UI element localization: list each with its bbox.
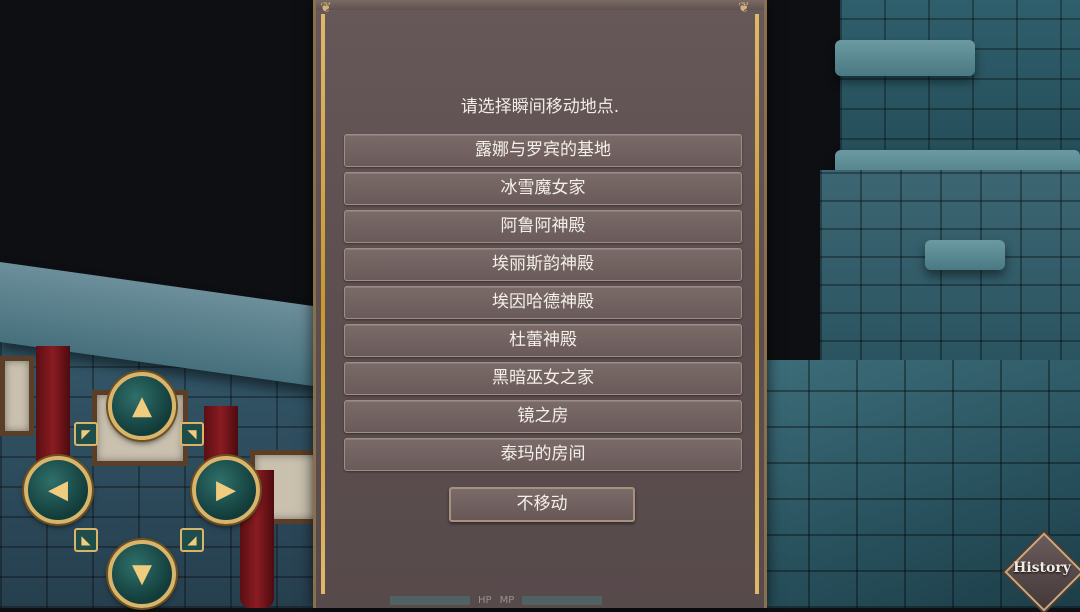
dpad-downright-button[interactable]: ◢ — [180, 528, 204, 552]
wall-painting — [0, 356, 34, 436]
teleport-dialog: ❦ ❦ 请选择瞬间移动地点. 露娜与罗宾的基地 冰雪魔女家 阿鲁阿神殿 埃丽斯韵… — [313, 0, 767, 608]
dpad-right-button[interactable]: ▶ — [192, 456, 260, 524]
stone-wall-middle — [820, 170, 1080, 370]
wall-ledge — [835, 40, 975, 76]
dpad-down-button[interactable]: ▼ — [108, 540, 176, 608]
dpad-downleft-button[interactable]: ◣ — [74, 528, 98, 552]
destination-option[interactable]: 埃丽斯韵神殿 — [344, 248, 742, 281]
dpad-up-button[interactable]: ▲ — [108, 372, 176, 440]
dialog-top-border — [316, 0, 764, 10]
destination-option[interactable]: 露娜与罗宾的基地 — [344, 134, 742, 167]
dpad-downright-icon: ◢ — [187, 533, 197, 547]
destination-option[interactable]: 杜蕾神殿 — [344, 324, 742, 357]
hp-label: HP — [478, 594, 492, 606]
dpad-downleft-icon: ◣ — [81, 533, 91, 547]
stone-wall-upper — [840, 0, 1080, 170]
destination-option[interactable]: 埃因哈德神殿 — [344, 286, 742, 319]
destination-option[interactable]: 冰雪魔女家 — [344, 172, 742, 205]
pillar-cap — [925, 240, 1005, 270]
destination-list: 露娜与罗宾的基地 冰雪魔女家 阿鲁阿神殿 埃丽斯韵神殿 埃因哈德神殿 杜蕾神殿 … — [344, 134, 742, 476]
status-strip: HP MP — [390, 592, 680, 608]
dpad-left-icon: ◀ — [48, 475, 68, 505]
dpad-down-icon: ▼ — [132, 559, 152, 589]
destination-option[interactable]: 黑暗巫女之家 — [344, 362, 742, 395]
destination-option[interactable]: 阿鲁阿神殿 — [344, 210, 742, 243]
dpad-upleft-icon: ◤ — [81, 427, 91, 441]
corner-ornament-icon: ❦ — [320, 0, 332, 16]
cancel-move-button[interactable]: 不移动 — [449, 487, 635, 522]
history-label: History — [1013, 560, 1071, 576]
corner-ornament-icon: ❦ — [738, 0, 750, 16]
history-button[interactable]: History — [1004, 532, 1080, 612]
mp-bar — [522, 595, 603, 605]
hp-bar — [390, 595, 470, 605]
dpad-upright-icon: ◥ — [187, 427, 197, 441]
dpad-right-icon: ▶ — [216, 475, 236, 505]
mp-label: MP — [499, 594, 515, 606]
destination-option[interactable]: 镜之房 — [344, 400, 742, 433]
dpad-left-button[interactable]: ◀ — [24, 456, 92, 524]
dpad-up-icon: ▲ — [132, 391, 152, 421]
dpad-upleft-button[interactable]: ◤ — [74, 422, 98, 446]
dpad-upright-button[interactable]: ◥ — [180, 422, 204, 446]
dialog-prompt: 请选择瞬间移动地点. — [460, 97, 620, 117]
destination-option[interactable]: 泰玛的房间 — [344, 438, 742, 471]
